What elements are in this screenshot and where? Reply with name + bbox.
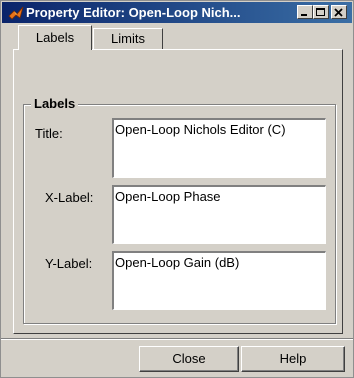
close-button-label: Close	[172, 351, 206, 366]
ylabel-text-value: Open-Loop Gain (dB)	[115, 255, 240, 270]
maximize-icon	[316, 8, 325, 16]
help-button-label: Help	[279, 351, 307, 366]
window-title: Property Editor: Open-Loop Nich...	[26, 5, 241, 20]
title-field-label: Title:	[35, 126, 63, 141]
xlabel-text-area[interactable]: Open-Loop Phase	[112, 185, 326, 244]
ylabel-field-label: Y-Label:	[45, 256, 93, 271]
tab-labels[interactable]: Labels	[18, 25, 92, 50]
title-text-area[interactable]: Open-Loop Nichols Editor (C)	[112, 118, 326, 178]
minimize-button[interactable]	[297, 5, 313, 19]
close-window-button[interactable]	[331, 5, 347, 19]
help-button[interactable]: Help	[241, 346, 345, 372]
title-text-value: Open-Loop Nichols Editor (C)	[115, 122, 286, 137]
tab-limits-text: Limits	[111, 31, 145, 46]
maximize-button[interactable]	[313, 5, 329, 19]
xlabel-field-label: X-Label:	[45, 190, 94, 205]
matlab-icon	[8, 6, 24, 20]
labels-group-legend: Labels	[31, 96, 79, 111]
minimize-icon	[301, 14, 307, 16]
close-icon	[334, 8, 343, 17]
footer-separator	[1, 338, 353, 340]
close-button[interactable]: Close	[139, 346, 239, 372]
title-bar[interactable]: Property Editor: Open-Loop Nich...	[2, 2, 352, 23]
tab-limits[interactable]: Limits	[93, 28, 163, 49]
xlabel-text-value: Open-Loop Phase	[115, 189, 221, 204]
property-editor-window: Property Editor: Open-Loop Nich... Label…	[0, 0, 354, 378]
tab-labels-text: Labels	[35, 30, 75, 45]
ylabel-text-area[interactable]: Open-Loop Gain (dB)	[112, 251, 326, 310]
